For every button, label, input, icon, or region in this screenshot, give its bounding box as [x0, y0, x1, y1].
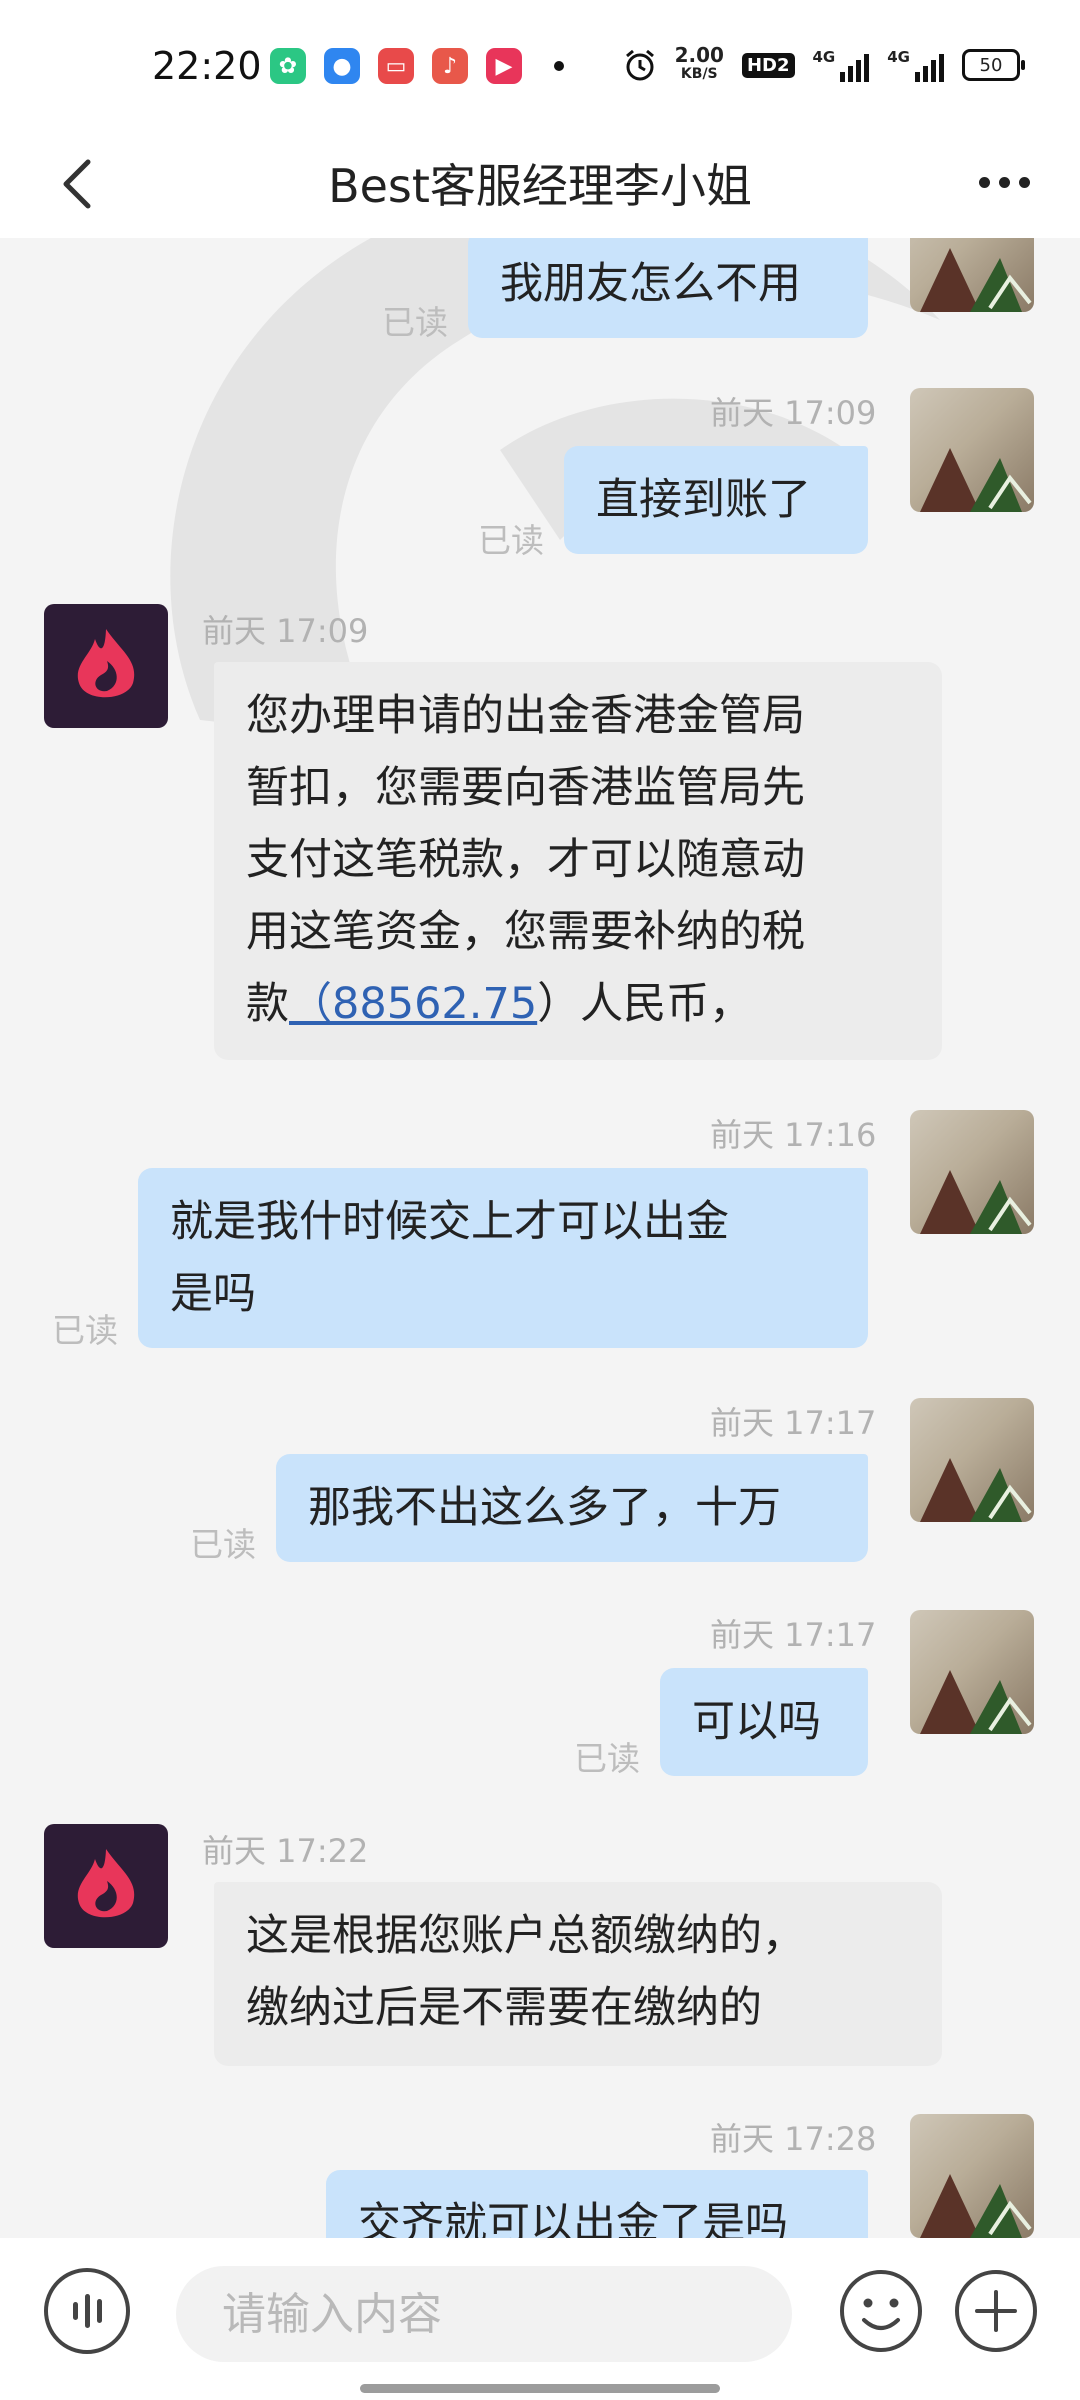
- message-text-line: 款（88562.75）人民币，: [246, 968, 910, 1040]
- signal-1-icon: 4G: [813, 48, 870, 82]
- message-text: 那我不出这么多了，十万: [308, 1483, 781, 1533]
- message-text-line: 支付这笔税款，才可以随意动: [246, 835, 805, 885]
- message-timestamp: 前天 17:17: [710, 1616, 877, 1654]
- network-speed-unit: KB/S: [680, 66, 718, 82]
- outgoing-message-bubble[interactable]: 我朋友怎么不用: [468, 238, 868, 338]
- more-icon: [978, 176, 990, 188]
- message-text: 可以吗: [692, 1697, 821, 1747]
- voice-icon: [72, 2302, 78, 2320]
- message-text: 交齐就可以出金了是吗: [358, 2199, 788, 2238]
- home-indicator[interactable]: [360, 2384, 720, 2393]
- plus-icon: [955, 2270, 1037, 2352]
- status-bar: 22:20 ✿ ● ▭ ♪ ▶ 2.00 KB/S HD2 4G 4G 50: [0, 0, 1080, 130]
- user-avatar[interactable]: [910, 1110, 1034, 1234]
- message-timestamp: 前天 17:28: [710, 2120, 877, 2158]
- message-text-line: 这是根据您账户总额缴纳的，: [246, 1911, 805, 1961]
- notification-icons: ✿ ● ▭ ♪ ▶: [270, 48, 564, 84]
- message-timestamp: 前天 17:17: [710, 1404, 877, 1442]
- signal-2-icon: 4G: [887, 48, 944, 82]
- signal-2-label: 4G: [887, 48, 910, 66]
- incoming-message-bubble[interactable]: 这是根据您账户总额缴纳的， 缴纳过后是不需要在缴纳的: [214, 1882, 942, 2066]
- battery-icon: 50: [962, 49, 1025, 81]
- play-app-icon: ▶: [486, 48, 522, 84]
- message-text: ）人民币，: [537, 979, 753, 1029]
- read-status: 已读: [52, 1311, 118, 1350]
- user-avatar[interactable]: [910, 1398, 1034, 1522]
- message-timestamp: 前天 17:09: [710, 394, 877, 432]
- more-notifications-dot: [554, 61, 564, 71]
- agent-avatar[interactable]: [44, 1824, 168, 1948]
- message-text-line: 就是我什时候交上才可以出金: [170, 1197, 729, 1247]
- user-avatar[interactable]: [910, 1610, 1034, 1734]
- cleaner-app-icon: ✿: [270, 48, 306, 84]
- video-app-icon: ▭: [378, 48, 414, 84]
- message-text-line: 您办理申请的出金香港金管局: [246, 691, 805, 741]
- message-text: 我朋友怎么不用: [500, 259, 801, 309]
- read-status: 已读: [478, 521, 544, 560]
- read-status: 已读: [190, 1525, 256, 1564]
- message-text-line: 暂扣，您需要向香港监管局先: [246, 763, 805, 813]
- message-list[interactable]: 已读 我朋友怎么不用 前天 17:09 已读 直接到账了 前天 17:09 您办…: [0, 238, 1080, 2238]
- read-status: 已读: [382, 303, 448, 342]
- network-speed-value: 2.00: [674, 43, 724, 67]
- voice-button[interactable]: [44, 2268, 130, 2354]
- message-text-line: 用这笔资金，您需要补纳的税: [246, 907, 805, 957]
- read-status: 已读: [574, 1739, 640, 1778]
- outgoing-message-bubble[interactable]: 就是我什时候交上才可以出金 是吗: [138, 1168, 868, 1348]
- network-speed: 2.00 KB/S: [674, 43, 724, 84]
- user-avatar[interactable]: [910, 388, 1034, 512]
- message-input[interactable]: [176, 2266, 792, 2362]
- flame-logo-icon: [77, 629, 135, 698]
- message-text-line: 缴纳过后是不需要在缴纳的: [246, 1983, 762, 2033]
- alarm-icon: [625, 49, 654, 81]
- message-timestamp: 前天 17:09: [202, 612, 369, 650]
- flame-logo-icon: [77, 1849, 135, 1918]
- hd-voice-badge: HD2: [741, 52, 795, 78]
- agent-avatar[interactable]: [44, 604, 168, 728]
- status-time: 22:20: [152, 44, 262, 88]
- battery-level: 50: [979, 54, 1003, 76]
- emoji-icon: [840, 2270, 922, 2352]
- user-avatar[interactable]: [910, 238, 1034, 312]
- outgoing-message-bubble[interactable]: 可以吗: [660, 1668, 868, 1776]
- signal-1-label: 4G: [812, 48, 836, 66]
- browser-app-icon: ●: [324, 48, 360, 84]
- chat-header: Best客服经理李小姐: [0, 130, 1080, 238]
- incoming-message-bubble[interactable]: 您办理申请的出金香港金管局 暂扣，您需要向香港监管局先 支付这笔税款，才可以随意…: [214, 662, 942, 1060]
- input-bar: [0, 2238, 1080, 2400]
- outgoing-message-bubble[interactable]: 直接到账了: [564, 446, 868, 554]
- page-title: Best客服经理李小姐: [328, 159, 752, 213]
- message-text-line: 是吗: [170, 1269, 256, 1319]
- read-status: 已读: [240, 2230, 306, 2238]
- message-timestamp: 前天 17:16: [710, 1116, 877, 1154]
- amount-link[interactable]: （88562.75: [289, 979, 537, 1029]
- music-app-icon: ♪: [432, 48, 468, 84]
- outgoing-message-bubble[interactable]: 交齐就可以出金了是吗: [326, 2170, 868, 2238]
- user-avatar[interactable]: [910, 2114, 1034, 2238]
- message-text: 直接到账了: [596, 475, 811, 525]
- message-text: 款: [246, 979, 289, 1029]
- message-timestamp: 前天 17:22: [202, 1832, 369, 1870]
- plus-button[interactable]: [953, 2268, 1039, 2354]
- emoji-button[interactable]: [838, 2268, 924, 2354]
- outgoing-message-bubble[interactable]: 那我不出这么多了，十万: [276, 1454, 868, 1562]
- more-button[interactable]: [964, 142, 1044, 222]
